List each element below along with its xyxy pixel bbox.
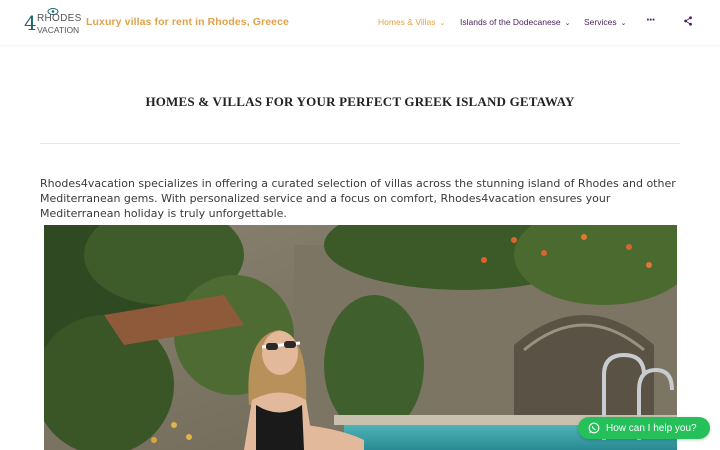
site-logo[interactable]: 4 RHODES VACATION [24,8,82,38]
page-title: HOMES & VILLAS FOR YOUR PERFECT GREEK IS… [145,94,575,109]
title-divider [40,143,680,144]
nav-services[interactable]: Services ⌄ [584,17,626,27]
whatsapp-chat-button[interactable]: How can I help you? [578,417,710,439]
pool-scene-image [44,225,677,450]
logo-word-vacation: VACATION [37,25,80,35]
site-header: 4 RHODES VACATION Luxury villas for rent… [0,0,720,45]
nav-services-label: Services [584,17,617,27]
intro-paragraph: Rhodes4vacation specializes in offering … [40,177,676,220]
logo-number: 4 [24,11,37,35]
nav-islands[interactable]: Islands of the Dodecanese ⌄ [460,17,571,27]
chevron-down-icon: ⌄ [564,20,571,27]
nav-homes-villas[interactable]: Homes & Villas ⌄ [378,17,445,27]
chevron-down-icon: ⌄ [439,20,446,27]
chevron-down-icon: ⌄ [620,20,627,27]
nav-islands-label: Islands of the Dodecanese [460,17,561,27]
whatsapp-icon [588,422,600,434]
whatsapp-label: How can I help you? [606,422,697,434]
hero-photo [44,225,677,450]
nav-homes-villas-label: Homes & Villas [378,17,436,27]
logo-word-rhodes: RHODES [37,13,82,24]
share-icon[interactable] [684,16,692,26]
ellipsis-icon[interactable]: ··· [646,15,655,26]
site-tagline: Luxury villas for rent in Rhodes, Greece [86,16,289,28]
